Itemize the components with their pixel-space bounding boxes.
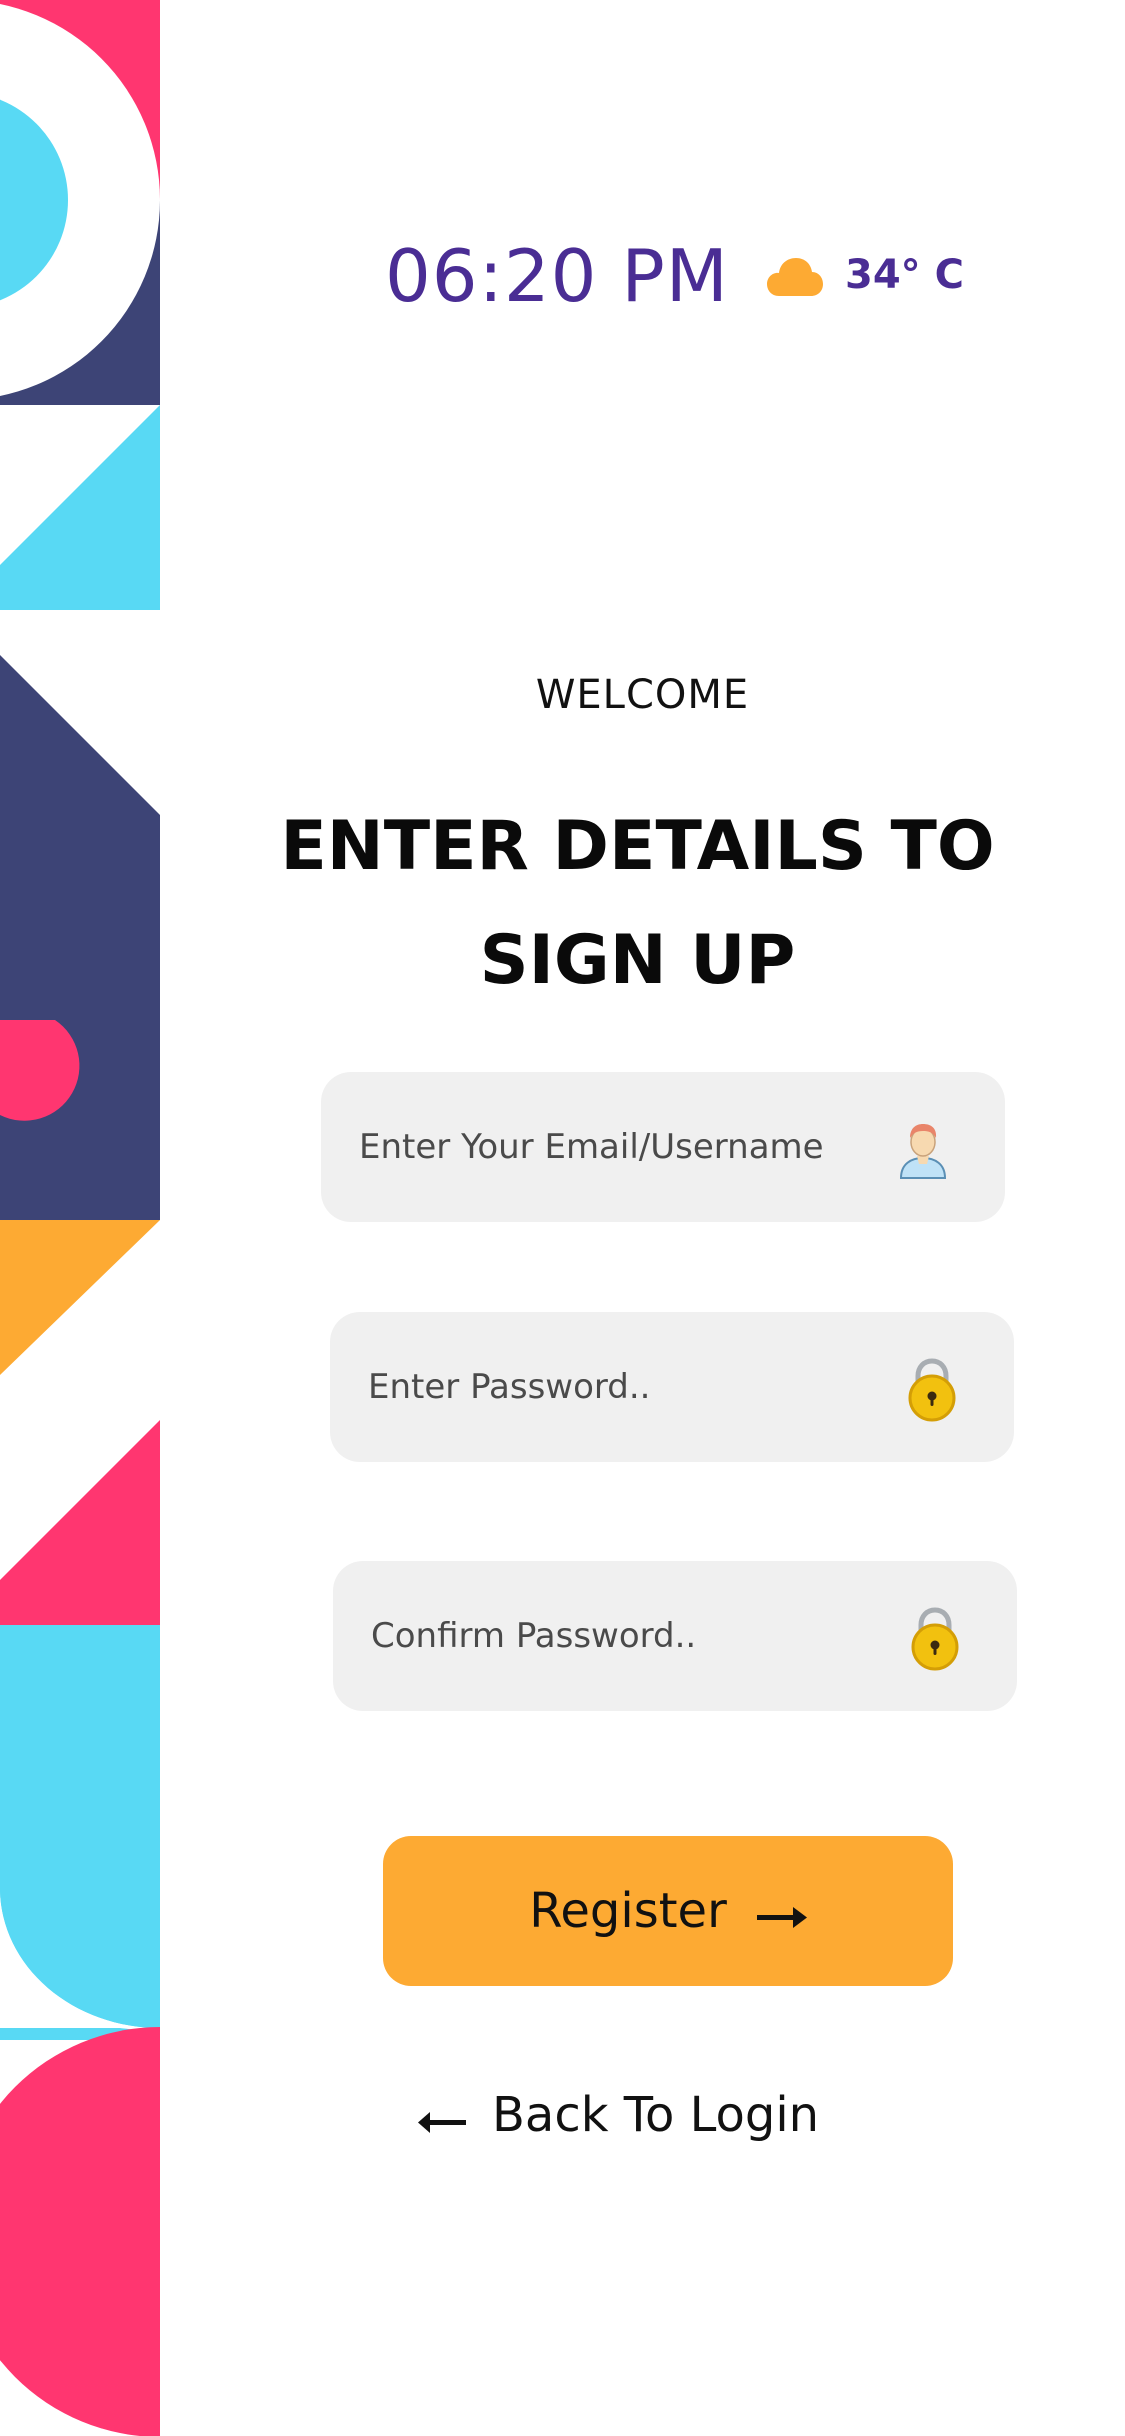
title-line-1: ENTER DETAILS TO xyxy=(280,807,995,886)
confirm-password-input[interactable] xyxy=(371,1561,871,1711)
back-to-login-link[interactable]: Back To Login xyxy=(418,2080,819,2150)
status-row: 06:20 PM 34° C xyxy=(385,230,985,320)
email-input[interactable] xyxy=(359,1072,859,1222)
temperature-label: 34° C xyxy=(845,252,964,298)
clock-time: 06:20 PM xyxy=(385,234,729,318)
title-line-2: SIGN UP xyxy=(479,921,796,1000)
password-field[interactable] xyxy=(330,1312,1014,1462)
padlock-icon xyxy=(904,1356,960,1422)
welcome-label: WELCOME xyxy=(535,672,750,718)
cloud-icon xyxy=(765,254,825,298)
padlock-icon xyxy=(907,1605,963,1671)
back-to-login-label: Back To Login xyxy=(492,2087,820,2143)
password-input[interactable] xyxy=(368,1312,868,1462)
decorative-pattern xyxy=(0,0,160,2436)
register-button-label: Register xyxy=(529,1883,727,1939)
email-field[interactable] xyxy=(321,1072,1005,1222)
user-avatar-icon xyxy=(895,1116,951,1182)
arrow-left-icon xyxy=(418,2110,466,2134)
confirm-password-field[interactable] xyxy=(333,1561,1017,1711)
register-button[interactable]: Register xyxy=(383,1836,953,1986)
signup-screen: 06:20 PM 34° C WELCOME ENTER DETAILS TO … xyxy=(0,0,1125,2436)
page-title: ENTER DETAILS TO SIGN UP xyxy=(160,790,1115,1018)
arrow-right-icon xyxy=(756,1905,807,1929)
